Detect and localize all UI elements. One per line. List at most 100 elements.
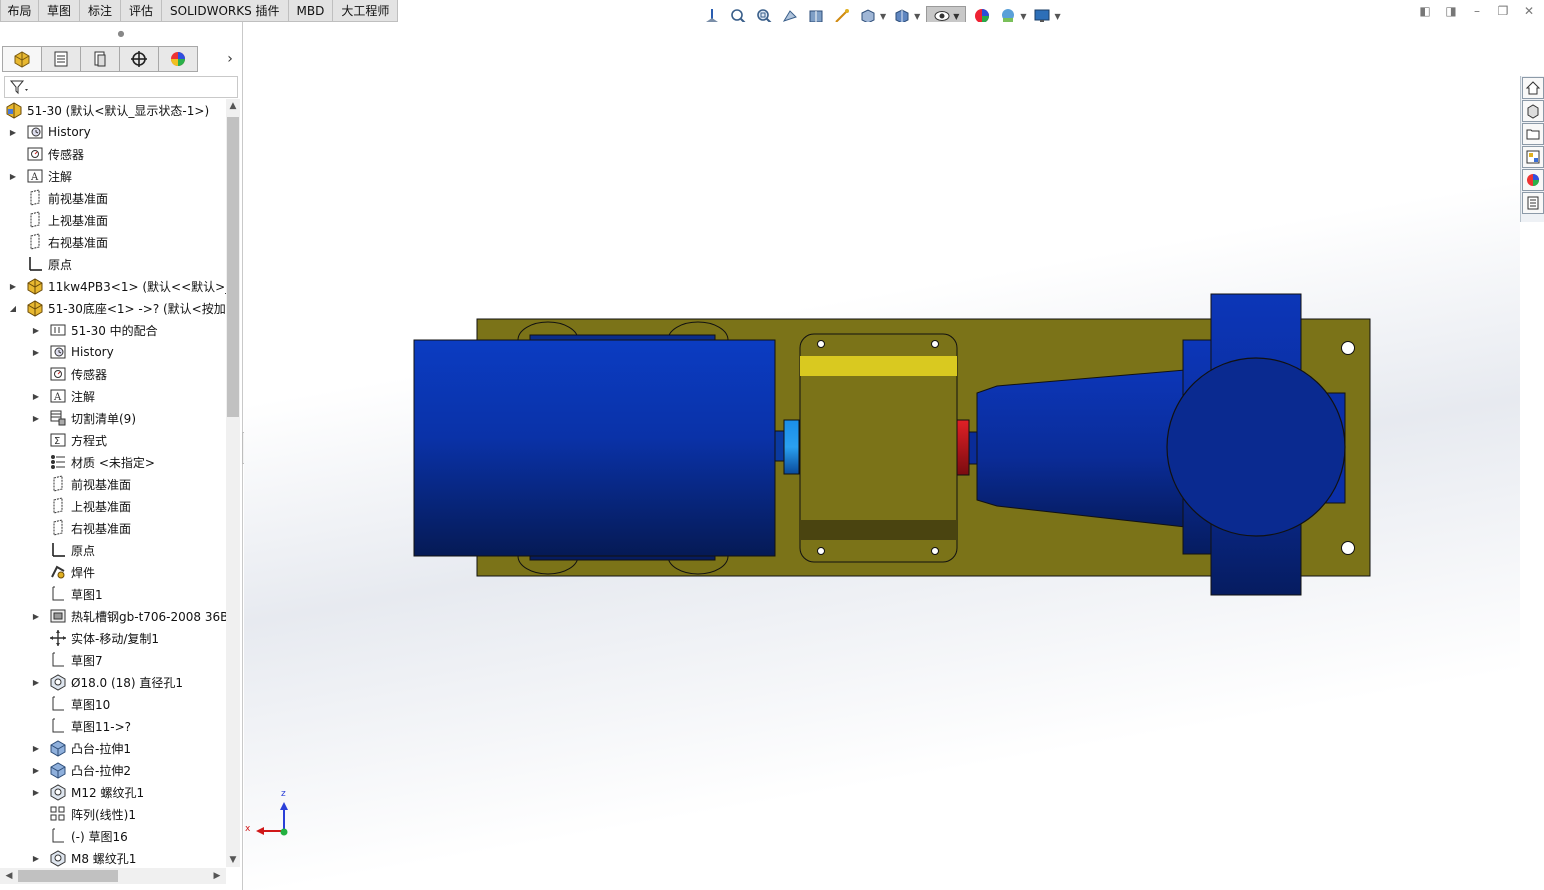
expand-icon[interactable]: ▶ — [31, 786, 41, 798]
tree-filter[interactable] — [4, 76, 238, 98]
scroll-right-icon[interactable]: ▶ — [210, 868, 224, 884]
restore-left-icon[interactable]: ◧ — [1418, 4, 1432, 18]
sketch-icon — [49, 717, 67, 735]
expand-icon[interactable]: ▶ — [31, 346, 41, 358]
configuration-manager-icon[interactable] — [80, 46, 120, 72]
custom-properties-icon[interactable] — [1522, 192, 1544, 214]
expand-icon[interactable]: ▶ — [8, 126, 18, 138]
tree-item[interactable]: ▶ History — [0, 341, 226, 363]
tree-item[interactable]: 实体-移动/复制1 — [0, 627, 226, 649]
filter-icon[interactable] — [9, 79, 31, 95]
tab-5[interactable]: MBD — [287, 0, 334, 22]
tree-item[interactable]: ▶ A 注解 — [0, 165, 226, 187]
expand-icon[interactable]: ▶ — [31, 412, 41, 424]
graphics-viewport[interactable]: z x — [244, 22, 1520, 890]
tab-0[interactable]: 布局 — [0, 0, 39, 22]
tree-item[interactable]: 传感器 — [0, 363, 226, 385]
tree-item[interactable]: 右视基准面 — [0, 517, 226, 539]
tree-item[interactable]: ▶ 热轧槽钢gb-t706-2008 36B — [0, 605, 226, 627]
design-library-icon[interactable] — [1522, 100, 1544, 122]
close-icon[interactable]: ✕ — [1522, 4, 1536, 18]
tab-6[interactable]: 大工程师 — [332, 0, 399, 22]
expand-icon[interactable]: ▶ — [31, 676, 41, 688]
tree-item[interactable]: 焊件 — [0, 561, 226, 583]
plane-icon — [26, 211, 44, 229]
tab-1[interactable]: 草图 — [38, 0, 81, 22]
tree-item[interactable]: 右视基准面 — [0, 231, 226, 253]
scroll-thumb[interactable] — [227, 117, 239, 417]
expand-icon[interactable]: ▶ — [31, 390, 41, 402]
tree-item[interactable]: 传感器 — [0, 143, 226, 165]
tree-item[interactable]: 草图1 — [0, 583, 226, 605]
tree-item[interactable]: 草图11->? — [0, 715, 226, 737]
tree-item-label: 51-30 中的配合 — [71, 323, 158, 338]
expand-icon[interactable]: ▶ — [31, 742, 41, 754]
tree-item[interactable]: ▶ History — [0, 121, 226, 143]
display-manager-icon[interactable] — [158, 46, 198, 72]
view-palette-icon[interactable] — [1522, 146, 1544, 168]
scroll-left-icon[interactable]: ◀ — [2, 868, 16, 884]
tree-item[interactable]: 草图7 — [0, 649, 226, 671]
scroll-thumb[interactable] — [18, 870, 118, 882]
property-manager-icon[interactable] — [41, 46, 81, 72]
minimize-icon[interactable]: – — [1470, 4, 1484, 18]
tree-item[interactable]: 草图10 — [0, 693, 226, 715]
tree-item[interactable]: 原点 — [0, 253, 226, 275]
tab-2[interactable]: 标注 — [79, 0, 122, 22]
chevron-down-icon[interactable]: ▼ — [1054, 12, 1060, 21]
tree-item-label: 上视基准面 — [71, 499, 132, 514]
expand-icon[interactable]: ▶ — [8, 280, 18, 292]
tree-item[interactable]: ▶ 11kw4PB3<1> (默认<<默认>_显 — [0, 275, 226, 297]
tree-item[interactable]: 阵列(线性)1 — [0, 803, 226, 825]
chevron-down-icon[interactable]: ▼ — [914, 12, 920, 21]
tab-4[interactable]: SOLIDWORKS 插件 — [161, 0, 289, 22]
panel-grip[interactable]: ● — [0, 22, 242, 44]
tree-item[interactable]: 51-30 (默认<默认_显示状态-1>) — [0, 99, 226, 121]
tree-item[interactable]: 材质 <未指定> — [0, 451, 226, 473]
material-icon — [49, 453, 67, 471]
scroll-up-icon[interactable]: ▲ — [226, 99, 240, 113]
tree-item[interactable]: 上视基准面 — [0, 209, 226, 231]
collapse-icon[interactable]: ◢ — [8, 302, 18, 314]
appearances-icon[interactable] — [1522, 169, 1544, 191]
chevron-down-icon[interactable]: ▼ — [1020, 12, 1026, 21]
tree-item[interactable]: Σ 方程式 — [0, 429, 226, 451]
restore-right-icon[interactable]: ◨ — [1444, 4, 1458, 18]
home-icon[interactable] — [1522, 77, 1544, 99]
tree-item[interactable]: (-) 草图16 — [0, 825, 226, 847]
tree-item[interactable]: ▶ 51-30 中的配合 — [0, 319, 226, 341]
dimxpert-icon[interactable] — [119, 46, 159, 72]
expand-icon[interactable]: ▶ — [31, 764, 41, 776]
expand-icon[interactable]: ▶ — [31, 852, 41, 864]
tree-item[interactable]: ▶ M12 螺纹孔1 — [0, 781, 226, 803]
expand-icon[interactable]: ▶ — [31, 324, 41, 336]
restore-icon[interactable]: ❐ — [1496, 4, 1510, 18]
tree-item[interactable]: ▶ A 注解 — [0, 385, 226, 407]
tree-item[interactable]: 前视基准面 — [0, 473, 226, 495]
feature-tree: 51-30 (默认<默认_显示状态-1>) ▶ History 传感器 ▶ A 注解 前视基准… — [0, 99, 226, 867]
motor-body[interactable] — [413, 339, 776, 557]
tree-item[interactable]: ▶ Ø18.0 (18) 直径孔1 — [0, 671, 226, 693]
tree-item[interactable]: ▶ 切割清单(9) — [0, 407, 226, 429]
expand-icon[interactable]: ▶ — [8, 170, 18, 182]
chevron-down-icon[interactable]: ▼ — [880, 12, 886, 21]
tree-item[interactable]: ▶ M8 螺纹孔1 — [0, 847, 226, 867]
bearing-housing[interactable] — [799, 333, 958, 563]
tree-item[interactable]: 前视基准面 — [0, 187, 226, 209]
expand-icon[interactable]: ▶ — [31, 610, 41, 622]
tab-3[interactable]: 评估 — [120, 0, 163, 22]
tree-item[interactable]: 上视基准面 — [0, 495, 226, 517]
tree-item[interactable]: ◢ 51-30底座<1> ->? (默认<按加工 — [0, 297, 226, 319]
tree-item[interactable]: ▶ 凸台-拉伸1 — [0, 737, 226, 759]
tree-vertical-scrollbar[interactable]: ▲ ▼ — [226, 99, 240, 867]
file-explorer-icon[interactable] — [1522, 123, 1544, 145]
tree-item-label: 传感器 — [48, 147, 85, 162]
chevron-right-icon[interactable]: › — [222, 50, 238, 68]
plane-icon — [49, 475, 67, 493]
scroll-down-icon[interactable]: ▼ — [226, 853, 240, 867]
tree-horizontal-scrollbar[interactable]: ◀ ▶ — [0, 868, 226, 884]
feature-manager-icon[interactable] — [2, 46, 42, 72]
tree-item[interactable]: ▶ 凸台-拉伸2 — [0, 759, 226, 781]
tree-item-label: 草图11->? — [71, 719, 132, 734]
tree-item[interactable]: 原点 — [0, 539, 226, 561]
